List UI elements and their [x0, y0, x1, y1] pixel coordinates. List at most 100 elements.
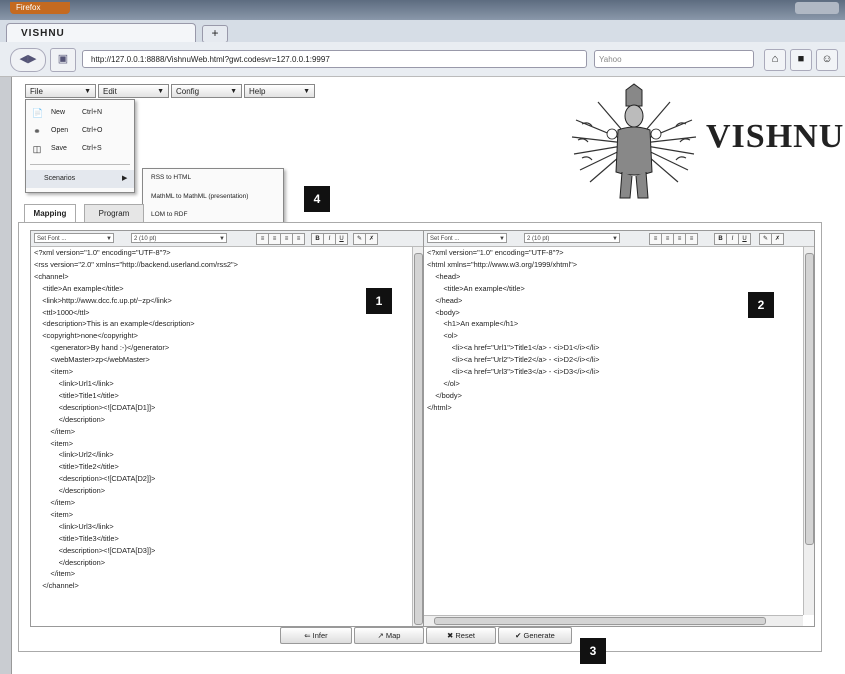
target-editor[interactable]: Set Font ... ▼ 2 (10 pt) ▼ ≡ ≡ ≡ ≡ B I U ✎…	[423, 230, 815, 627]
justify-icon[interactable]: ≡	[685, 233, 698, 245]
menu-help[interactable]: Help ▼	[244, 84, 315, 98]
search-input[interactable]: Yahoo	[594, 50, 754, 68]
code-line: <body>	[427, 307, 460, 317]
scenario-rss-to-html[interactable]: RSS to HTML	[151, 174, 191, 181]
size-select-value: 2 (10 pt)	[134, 236, 157, 242]
font-select-value: Set Font ...	[37, 236, 67, 242]
menu-item-save[interactable]: ◫ Save Ctrl+S	[26, 140, 134, 158]
code-line: <ttl>1000</ttl>	[34, 307, 90, 317]
page-icon: ▣	[57, 53, 69, 65]
feedback-icon[interactable]: ☺	[816, 49, 838, 71]
code-line: <link>http://www.dcc.fc.up.pt/~zp</link>	[34, 295, 172, 305]
menu-item-scenarios[interactable]: Scenarios ▶	[26, 170, 134, 188]
justify-icon[interactable]: ≡	[292, 233, 305, 245]
clear-format-icon[interactable]: ✗	[365, 233, 378, 245]
code-line: <description><![CDATA[D2]]>	[34, 474, 156, 484]
search-placeholder: Yahoo	[599, 55, 622, 64]
check-icon: ✔	[515, 631, 524, 640]
chevron-down-icon: ▼	[230, 88, 237, 95]
horizontal-scrollbar[interactable]	[424, 615, 803, 626]
code-line: <head>	[427, 271, 461, 281]
code-line: </ol>	[427, 378, 460, 388]
open-icon: ⚭	[33, 126, 41, 136]
history-button[interactable]: ▣	[50, 48, 76, 72]
scenario-mathml[interactable]: MathML to MathML (presentation)	[151, 193, 248, 200]
callout-1: 1	[366, 288, 392, 314]
infer-label: Infer	[312, 631, 328, 640]
code-line: <li><a href="Url1">Title1</a> - <i>D1</i…	[427, 343, 600, 353]
window-controls[interactable]	[795, 2, 839, 14]
code-line: </head>	[427, 295, 463, 305]
code-line: <channel>	[34, 271, 69, 281]
code-line: <li><a href="Url3">Title3</a> - <i>D3</i…	[427, 367, 600, 377]
scrollbar-thumb[interactable]	[434, 617, 766, 625]
size-select[interactable]: 2 (10 pt) ▼	[524, 233, 620, 243]
new-tab-button[interactable]: +	[202, 25, 228, 43]
code-line: <?xml version="1.0" encoding="UTF-8"?>	[34, 248, 171, 257]
code-line: <item>	[34, 438, 74, 448]
url-text: http://127.0.0.1:8888/VishnuWeb.html?gwt…	[91, 55, 330, 64]
firefox-app-button[interactable]: Firefox	[10, 2, 70, 14]
code-line: <link>Url1</link>	[34, 378, 114, 388]
font-select[interactable]: Set Font ... ▼	[34, 233, 114, 243]
tab-title: VISHNU	[21, 28, 65, 39]
clear-format-icon[interactable]: ✗	[771, 233, 784, 245]
menu-item-open[interactable]: ⚭ Open Ctrl+O	[26, 122, 134, 140]
code-line: <copyright>none</copyright>	[34, 331, 138, 341]
home-icon[interactable]: ⌂	[764, 49, 786, 71]
scenario-lom-to-rdf[interactable]: LOM to RDF	[151, 211, 187, 218]
underline-icon[interactable]: U	[738, 233, 751, 245]
code-line: <html xmlns="http://www.w3.org/1999/xhtm…	[427, 259, 578, 269]
menu-config[interactable]: Config ▼	[171, 84, 242, 98]
code-line: </item>	[34, 498, 76, 508]
size-select[interactable]: 2 (10 pt) ▼	[131, 233, 227, 243]
code-line: <link>Url3</link>	[34, 521, 114, 531]
menu-item-shortcut: Ctrl+N	[82, 109, 103, 116]
chevron-right-icon: ▶	[122, 175, 128, 182]
reset-button[interactable]: ✖ Reset	[426, 627, 496, 644]
code-line: <webMaster>zp</webMaster>	[34, 355, 150, 365]
map-label: Map	[385, 631, 401, 640]
code-line: </channel>	[34, 581, 79, 591]
code-line: </description>	[34, 414, 106, 424]
menu-help-label: Help	[249, 87, 266, 96]
code-line: <title>Title3</title>	[34, 533, 119, 543]
menu-item-shortcut: Ctrl+S	[82, 145, 102, 152]
chevron-down-icon: ▼	[157, 88, 164, 95]
callout-2: 2	[748, 292, 774, 318]
code-line: <title>Title2</title>	[34, 462, 119, 472]
font-select[interactable]: Set Font ... ▼	[427, 233, 507, 243]
back-forward-button[interactable]: ◀▶	[10, 48, 46, 72]
vertical-scrollbar[interactable]	[412, 247, 423, 626]
target-code-text: <?xml version="1.0" encoding="UTF-8"?> <h…	[424, 247, 802, 414]
generate-button[interactable]: ✔ Generate	[498, 627, 572, 644]
underline-icon[interactable]: U	[335, 233, 348, 245]
vertical-scrollbar[interactable]	[803, 247, 814, 615]
code-line: <rss version="2.0" xmlns="http://backend…	[34, 259, 238, 269]
source-editor[interactable]: Set Font ... ▼ 2 (10 pt) ▼ ≡ ≡ ≡ ≡ B I U ✎…	[30, 230, 424, 627]
save-icon: ◫	[32, 144, 42, 154]
menu-edit[interactable]: Edit ▼	[98, 84, 169, 98]
code-line: </item>	[34, 426, 76, 436]
tab-mapping[interactable]: Mapping	[24, 204, 76, 223]
menu-edit-label: Edit	[103, 87, 117, 96]
menu-file[interactable]: File ▼	[25, 84, 96, 98]
addon-icon[interactable]: ■	[790, 49, 812, 71]
vishnu-logo-image	[571, 83, 697, 199]
menu-item-label: Open	[51, 127, 69, 134]
map-button[interactable]: ↗ Map	[354, 627, 424, 644]
scrollbar-thumb[interactable]	[805, 253, 814, 545]
infer-button[interactable]: ⇐ Infer	[280, 627, 352, 644]
chevron-down-icon: ▼	[612, 236, 618, 242]
code-line: <title>An example</title>	[427, 283, 525, 293]
menu-item-new[interactable]: 📄 New Ctrl+N	[26, 104, 134, 122]
menu-item-label: Scenarios	[44, 175, 76, 182]
window-titlebar	[0, 0, 845, 20]
menu-file-label: File	[30, 87, 43, 96]
tab-program[interactable]: Program	[84, 204, 144, 223]
menu-divider	[30, 164, 130, 165]
reset-label: Reset	[455, 631, 475, 640]
url-bar[interactable]: http://127.0.0.1:8888/VishnuWeb.html?gwt…	[82, 50, 587, 68]
scrollbar-thumb[interactable]	[414, 253, 423, 625]
browser-tab-vishnu[interactable]: VISHNU	[6, 23, 196, 42]
